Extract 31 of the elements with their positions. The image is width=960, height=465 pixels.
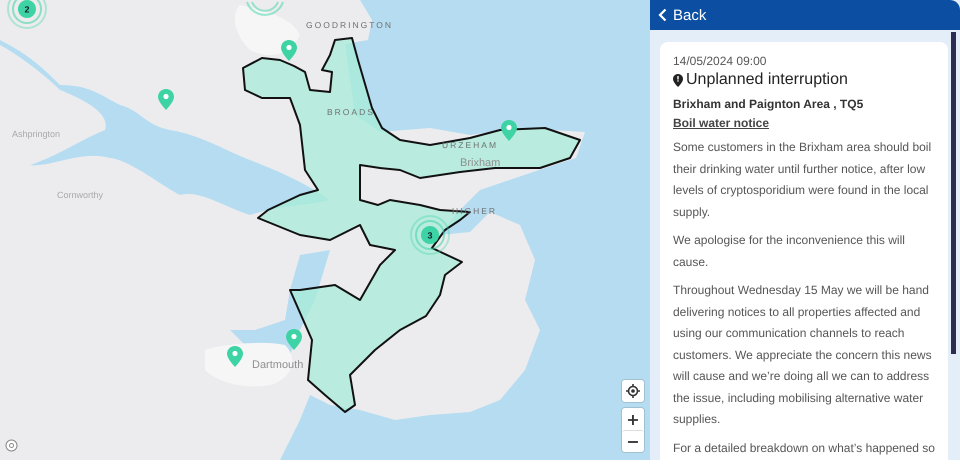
service-area-outline[interactable]	[242, 37, 581, 413]
chevron-left-icon	[658, 8, 667, 22]
place-label: HIGHER	[452, 206, 498, 216]
scrollbar[interactable]	[951, 32, 956, 354]
cluster-marker[interactable]: 2	[7, 0, 47, 29]
map-pin-icon[interactable]	[158, 89, 174, 110]
place-label: Dartmouth	[252, 359, 304, 371]
map-pin-icon[interactable]	[227, 346, 243, 367]
place-label: Ashprington	[12, 129, 60, 139]
place-label: Cornworthy	[57, 190, 104, 200]
place-label: Brixham	[460, 157, 500, 169]
map-pin-icon[interactable]	[501, 120, 517, 141]
incident-description: Throughout Wednesday 15 May we will be hand delivering notices to all properties affected and using our communication channels to reach customers. We appreciate the concern this news will cause and we’re doing all we can to address the issue, including mobilising alternative water supplies.	[673, 282, 933, 428]
zoom-out-button[interactable]: −	[622, 430, 644, 452]
incident-type: Unplanned interruption	[686, 71, 848, 89]
map-pin-icon[interactable]	[286, 329, 302, 350]
incident-description: We apologise for the inconvenience this will cause.	[673, 232, 906, 270]
notice-link[interactable]: Boil water notice	[673, 116, 770, 130]
incident-area: Brixham and Paignton Area , TQ5	[673, 97, 936, 111]
incident-date: 14/05/2024 09:00	[673, 54, 768, 68]
map-pin-icon[interactable]	[281, 40, 297, 61]
back-button[interactable]: Back	[658, 6, 706, 24]
cluster-pulse-icon[interactable]	[246, 2, 284, 16]
incident-description: For a detailed breakdown on what’s happened so	[673, 440, 936, 456]
place-label: URZEHAM	[442, 140, 498, 150]
locate-button[interactable]	[622, 380, 644, 402]
location-pin-icon	[673, 74, 683, 86]
cluster-marker[interactable]: 3	[410, 215, 450, 255]
place-label: BROADS	[327, 107, 375, 117]
incident-description: Some customers in the Brixham area should boil their drinking water until further notice, after low levels of cryptosporidium were found in the local supply.	[673, 139, 932, 220]
place-label: GOODRINGTON	[306, 20, 394, 30]
